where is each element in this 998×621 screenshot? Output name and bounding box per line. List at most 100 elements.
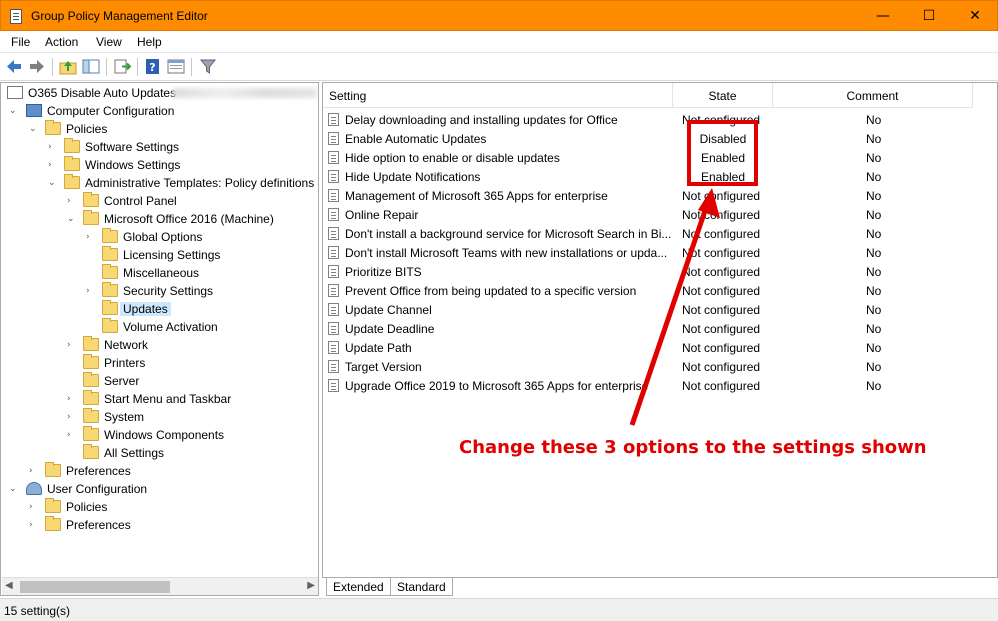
tree-label: User Configuration	[47, 482, 148, 496]
tree-label: Global Options	[123, 230, 203, 244]
policy-setting-icon	[328, 265, 339, 278]
folder-icon	[102, 318, 118, 333]
policy-setting-icon	[328, 189, 339, 202]
folder-icon	[83, 192, 99, 207]
policy-setting-icon	[328, 227, 339, 240]
tree-label: Preferences	[66, 464, 131, 478]
folder-icon	[64, 174, 80, 189]
folder-icon	[45, 462, 61, 477]
tree-label: Computer Configuration	[47, 104, 175, 118]
collapse-chevron-icon[interactable]: ⌄	[67, 213, 77, 225]
column-header-state[interactable]: State	[673, 83, 773, 108]
expand-chevron-icon[interactable]: ›	[67, 339, 77, 351]
tree-label: Miscellaneous	[123, 266, 200, 280]
expand-chevron-icon[interactable]: ›	[29, 501, 39, 513]
help-icon[interactable]: ?	[144, 58, 162, 75]
setting-comment: No	[866, 170, 882, 184]
expand-chevron-icon[interactable]: ›	[67, 393, 77, 405]
svg-text:?: ?	[149, 61, 155, 74]
export-list-icon[interactable]	[113, 58, 131, 75]
column-header-comment[interactable]: Comment	[773, 83, 973, 108]
toolbar-separator	[191, 58, 192, 76]
setting-comment: No	[866, 360, 882, 374]
expand-chevron-icon[interactable]: ›	[29, 519, 39, 531]
tree-root-label: O365 Disable Auto Updates	[28, 86, 177, 100]
menu-action[interactable]: Action	[45, 35, 78, 49]
folder-icon	[102, 300, 118, 315]
policy-editor-icon	[10, 9, 22, 24]
view-tabs: Extended Standard	[322, 577, 998, 596]
annotation-text: Change these 3 options to the settings s…	[459, 437, 927, 458]
show-hide-tree-icon[interactable]	[82, 58, 100, 75]
menu-file[interactable]: File	[11, 35, 30, 49]
folder-icon	[64, 156, 80, 171]
annotation-arrow	[629, 188, 720, 426]
setting-comment: No	[866, 189, 882, 203]
filter-icon[interactable]	[199, 58, 217, 75]
collapse-chevron-icon[interactable]: ⌄	[9, 483, 19, 495]
tree-label: Windows Settings	[85, 158, 181, 172]
expand-chevron-icon[interactable]: ›	[29, 465, 39, 477]
policy-setting-icon	[328, 284, 339, 297]
tab-extended[interactable]: Extended	[326, 578, 391, 596]
up-folder-icon[interactable]	[59, 58, 77, 75]
folder-icon	[102, 246, 118, 261]
title-bar: Group Policy Management Editor — ☐ ✕	[0, 0, 998, 31]
expand-chevron-icon[interactable]: ›	[86, 231, 96, 243]
expand-chevron-icon[interactable]: ›	[67, 411, 77, 423]
folder-icon	[83, 390, 99, 405]
folder-icon	[45, 498, 61, 513]
setting-row[interactable]: Delay downloading and installing updates…	[323, 110, 997, 129]
gpo-document-icon	[7, 86, 23, 99]
minimize-button[interactable]: —	[860, 1, 906, 31]
tree-label: Start Menu and Taskbar	[104, 392, 232, 406]
setting-comment: No	[866, 379, 882, 393]
tree-label: Policies	[66, 122, 108, 136]
expand-chevron-icon[interactable]: ›	[48, 141, 58, 153]
folder-icon	[45, 120, 61, 135]
window-title: Group Policy Management Editor	[31, 9, 208, 23]
column-header-setting[interactable]: Setting	[323, 83, 673, 108]
tree-root[interactable]: O365 Disable Auto Updates	[1, 84, 317, 102]
policy-setting-icon	[328, 360, 339, 373]
properties-icon[interactable]	[167, 58, 185, 75]
policy-setting-icon	[328, 208, 339, 221]
folder-icon	[83, 426, 99, 441]
tree-label: Preferences	[66, 518, 131, 532]
setting-row[interactable]: Hide option to enable or disable updates…	[323, 148, 997, 167]
tree-label: Software Settings	[85, 140, 180, 154]
horizontal-scrollbar[interactable]: ◀ ▶	[2, 577, 318, 595]
toolbar-separator	[137, 58, 138, 76]
collapse-chevron-icon[interactable]: ⌄	[9, 105, 19, 117]
collapse-chevron-icon[interactable]: ⌄	[29, 123, 39, 135]
collapse-chevron-icon[interactable]: ⌄	[48, 177, 58, 189]
user-icon	[26, 482, 42, 495]
folder-icon	[83, 354, 99, 369]
menu-help[interactable]: Help	[137, 35, 162, 49]
setting-comment: No	[866, 151, 882, 165]
menu-view[interactable]: View	[96, 35, 122, 49]
forward-arrow-icon[interactable]	[28, 58, 46, 75]
menu-bar: File Action View Help	[0, 31, 998, 53]
toolbar: ?	[0, 53, 998, 81]
expand-chevron-icon[interactable]: ›	[86, 285, 96, 297]
close-button[interactable]: ✕	[952, 1, 998, 31]
tree-label: Volume Activation	[123, 320, 218, 334]
scrollbar-thumb[interactable]	[20, 581, 170, 593]
expand-chevron-icon[interactable]: ›	[67, 429, 77, 441]
expand-chevron-icon[interactable]: ›	[48, 159, 58, 171]
tab-standard[interactable]: Standard	[390, 578, 453, 596]
folder-icon	[83, 210, 99, 225]
setting-row[interactable]: Enable Automatic Updates Disabled No	[323, 129, 997, 148]
scroll-right-icon[interactable]: ▶	[307, 580, 315, 591]
policy-setting-icon	[328, 322, 339, 335]
redacted-domain	[173, 88, 317, 98]
folder-icon	[102, 282, 118, 297]
tree-label: Network	[104, 338, 149, 352]
scroll-left-icon[interactable]: ◀	[5, 580, 13, 591]
maximize-button[interactable]: ☐	[906, 1, 952, 31]
expand-chevron-icon[interactable]: ›	[67, 195, 77, 207]
tree-label: Security Settings	[123, 284, 214, 298]
setting-comment: No	[866, 341, 882, 355]
back-arrow-icon[interactable]	[5, 58, 23, 75]
